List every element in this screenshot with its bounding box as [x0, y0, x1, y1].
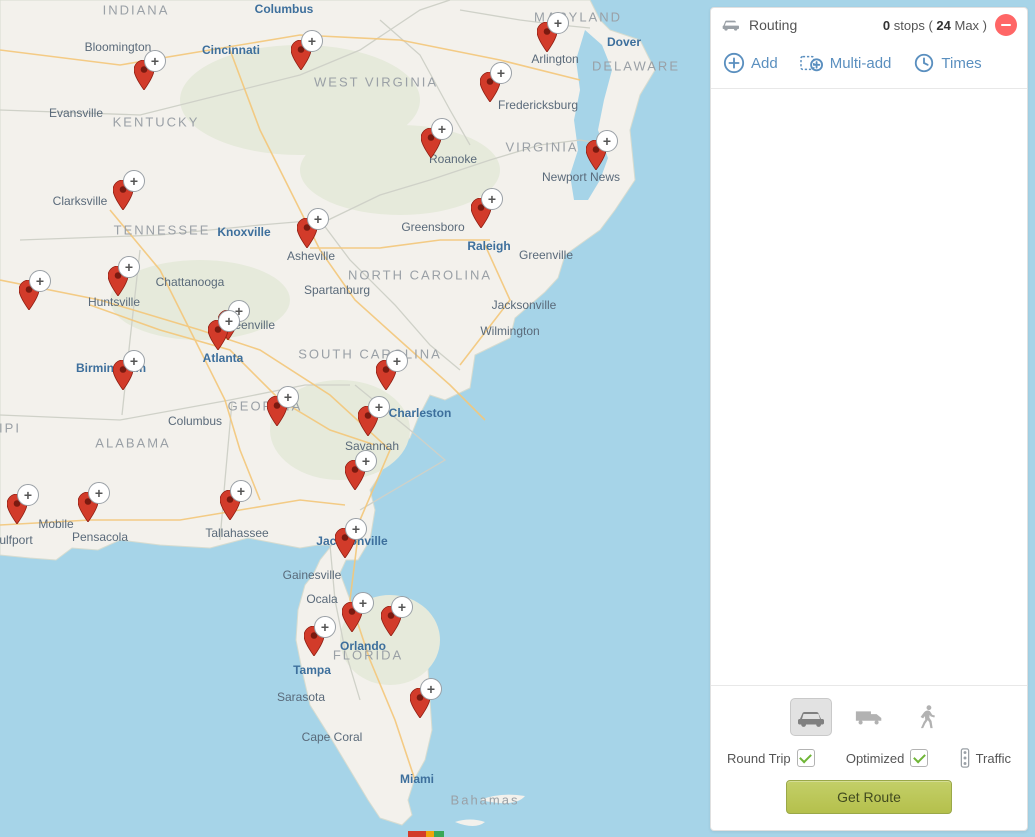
pin-add-button[interactable]: +	[352, 592, 374, 614]
map-pin[interactable]: +	[471, 188, 499, 228]
map-pin[interactable]: +	[220, 480, 248, 520]
mode-car[interactable]	[790, 698, 832, 736]
mode-truck[interactable]	[850, 699, 890, 735]
optimized-option[interactable]: Optimized	[846, 749, 929, 767]
optimized-checkbox[interactable]	[910, 749, 928, 767]
map-pin[interactable]: +	[410, 678, 438, 718]
traffic-heat-bar	[408, 831, 444, 837]
optimized-label: Optimized	[846, 751, 905, 766]
pin-add-button[interactable]: +	[277, 386, 299, 408]
map-pin[interactable]: +	[381, 596, 409, 636]
map-pin[interactable]: +	[267, 386, 295, 426]
map-pin[interactable]: +	[291, 30, 319, 70]
pin-add-button[interactable]: +	[123, 350, 145, 372]
map-pin[interactable]: +	[208, 310, 236, 350]
traffic-option[interactable]: Traffic	[960, 748, 1011, 768]
pin-add-button[interactable]: +	[118, 256, 140, 278]
pin-add-button[interactable]: +	[391, 596, 413, 618]
map-pin[interactable]: +	[7, 484, 35, 524]
pin-add-button[interactable]: +	[596, 130, 618, 152]
route-options: Round Trip Optimized Traffic	[723, 748, 1015, 768]
map-pin[interactable]: +	[537, 12, 565, 52]
map-pin[interactable]: +	[134, 50, 162, 90]
get-route-button[interactable]: Get Route	[786, 780, 952, 814]
pin-add-button[interactable]: +	[420, 678, 442, 700]
round-trip-option[interactable]: Round Trip	[727, 749, 815, 767]
stops-list-empty	[711, 89, 1027, 685]
pin-add-button[interactable]: +	[88, 482, 110, 504]
travel-modes	[723, 698, 1015, 736]
pin-add-button[interactable]: +	[314, 616, 336, 638]
map-pin[interactable]: +	[297, 208, 325, 248]
pin-add-button[interactable]: +	[431, 118, 453, 140]
map-pin[interactable]: +	[345, 450, 373, 490]
pin-add-button[interactable]: +	[368, 396, 390, 418]
map-pin[interactable]: +	[342, 592, 370, 632]
pin-add-button[interactable]: +	[307, 208, 329, 230]
pin-add-button[interactable]: +	[355, 450, 377, 472]
stops-counter: 0 stops ( 24 Max )	[883, 18, 987, 33]
multi-add-label: Multi-add	[830, 55, 892, 72]
panel-title: Routing	[749, 17, 875, 33]
routing-panel: Routing 0 stops ( 24 Max ) Add Multi-add…	[710, 7, 1028, 831]
panel-footer: Round Trip Optimized Traffic Get Route	[711, 685, 1027, 830]
pin-add-button[interactable]: +	[123, 170, 145, 192]
map-pin[interactable]: +	[19, 270, 47, 310]
times-button[interactable]: Times	[913, 52, 981, 74]
map-pin[interactable]: +	[108, 256, 136, 296]
pin-add-button[interactable]: +	[490, 62, 512, 84]
map-pin[interactable]: +	[376, 350, 404, 390]
map-pin[interactable]: +	[113, 350, 141, 390]
pin-add-button[interactable]: +	[17, 484, 39, 506]
car-icon	[721, 17, 741, 34]
map-pin[interactable]: +	[358, 396, 386, 436]
round-trip-checkbox[interactable]	[797, 749, 815, 767]
pin-add-button[interactable]: +	[218, 310, 240, 332]
add-label: Add	[751, 55, 778, 72]
times-label: Times	[941, 55, 981, 72]
map-pin[interactable]: +	[304, 616, 332, 656]
map-pin[interactable]: +	[586, 130, 614, 170]
pin-add-button[interactable]: +	[29, 270, 51, 292]
map-pin[interactable]: +	[113, 170, 141, 210]
map-pin[interactable]: +	[78, 482, 106, 522]
map-pin[interactable]: +	[421, 118, 449, 158]
pin-add-button[interactable]: +	[345, 518, 367, 540]
multi-add-button[interactable]: Multi-add	[800, 52, 892, 74]
pin-add-button[interactable]: +	[547, 12, 569, 34]
pin-add-button[interactable]: +	[386, 350, 408, 372]
add-stop-button[interactable]: Add	[723, 52, 778, 74]
panel-toolbar: Add Multi-add Times	[711, 42, 1027, 89]
pin-add-button[interactable]: +	[301, 30, 323, 52]
map-pin[interactable]: +	[335, 518, 363, 558]
mode-walk[interactable]	[908, 699, 948, 735]
map-pin[interactable]: +	[480, 62, 508, 102]
round-trip-label: Round Trip	[727, 751, 791, 766]
pin-add-button[interactable]: +	[481, 188, 503, 210]
traffic-label: Traffic	[976, 751, 1011, 766]
collapse-button[interactable]	[995, 14, 1017, 36]
pin-add-button[interactable]: +	[144, 50, 166, 72]
panel-header: Routing 0 stops ( 24 Max )	[711, 8, 1027, 42]
pin-add-button[interactable]: +	[230, 480, 252, 502]
traffic-light-icon	[960, 748, 970, 768]
